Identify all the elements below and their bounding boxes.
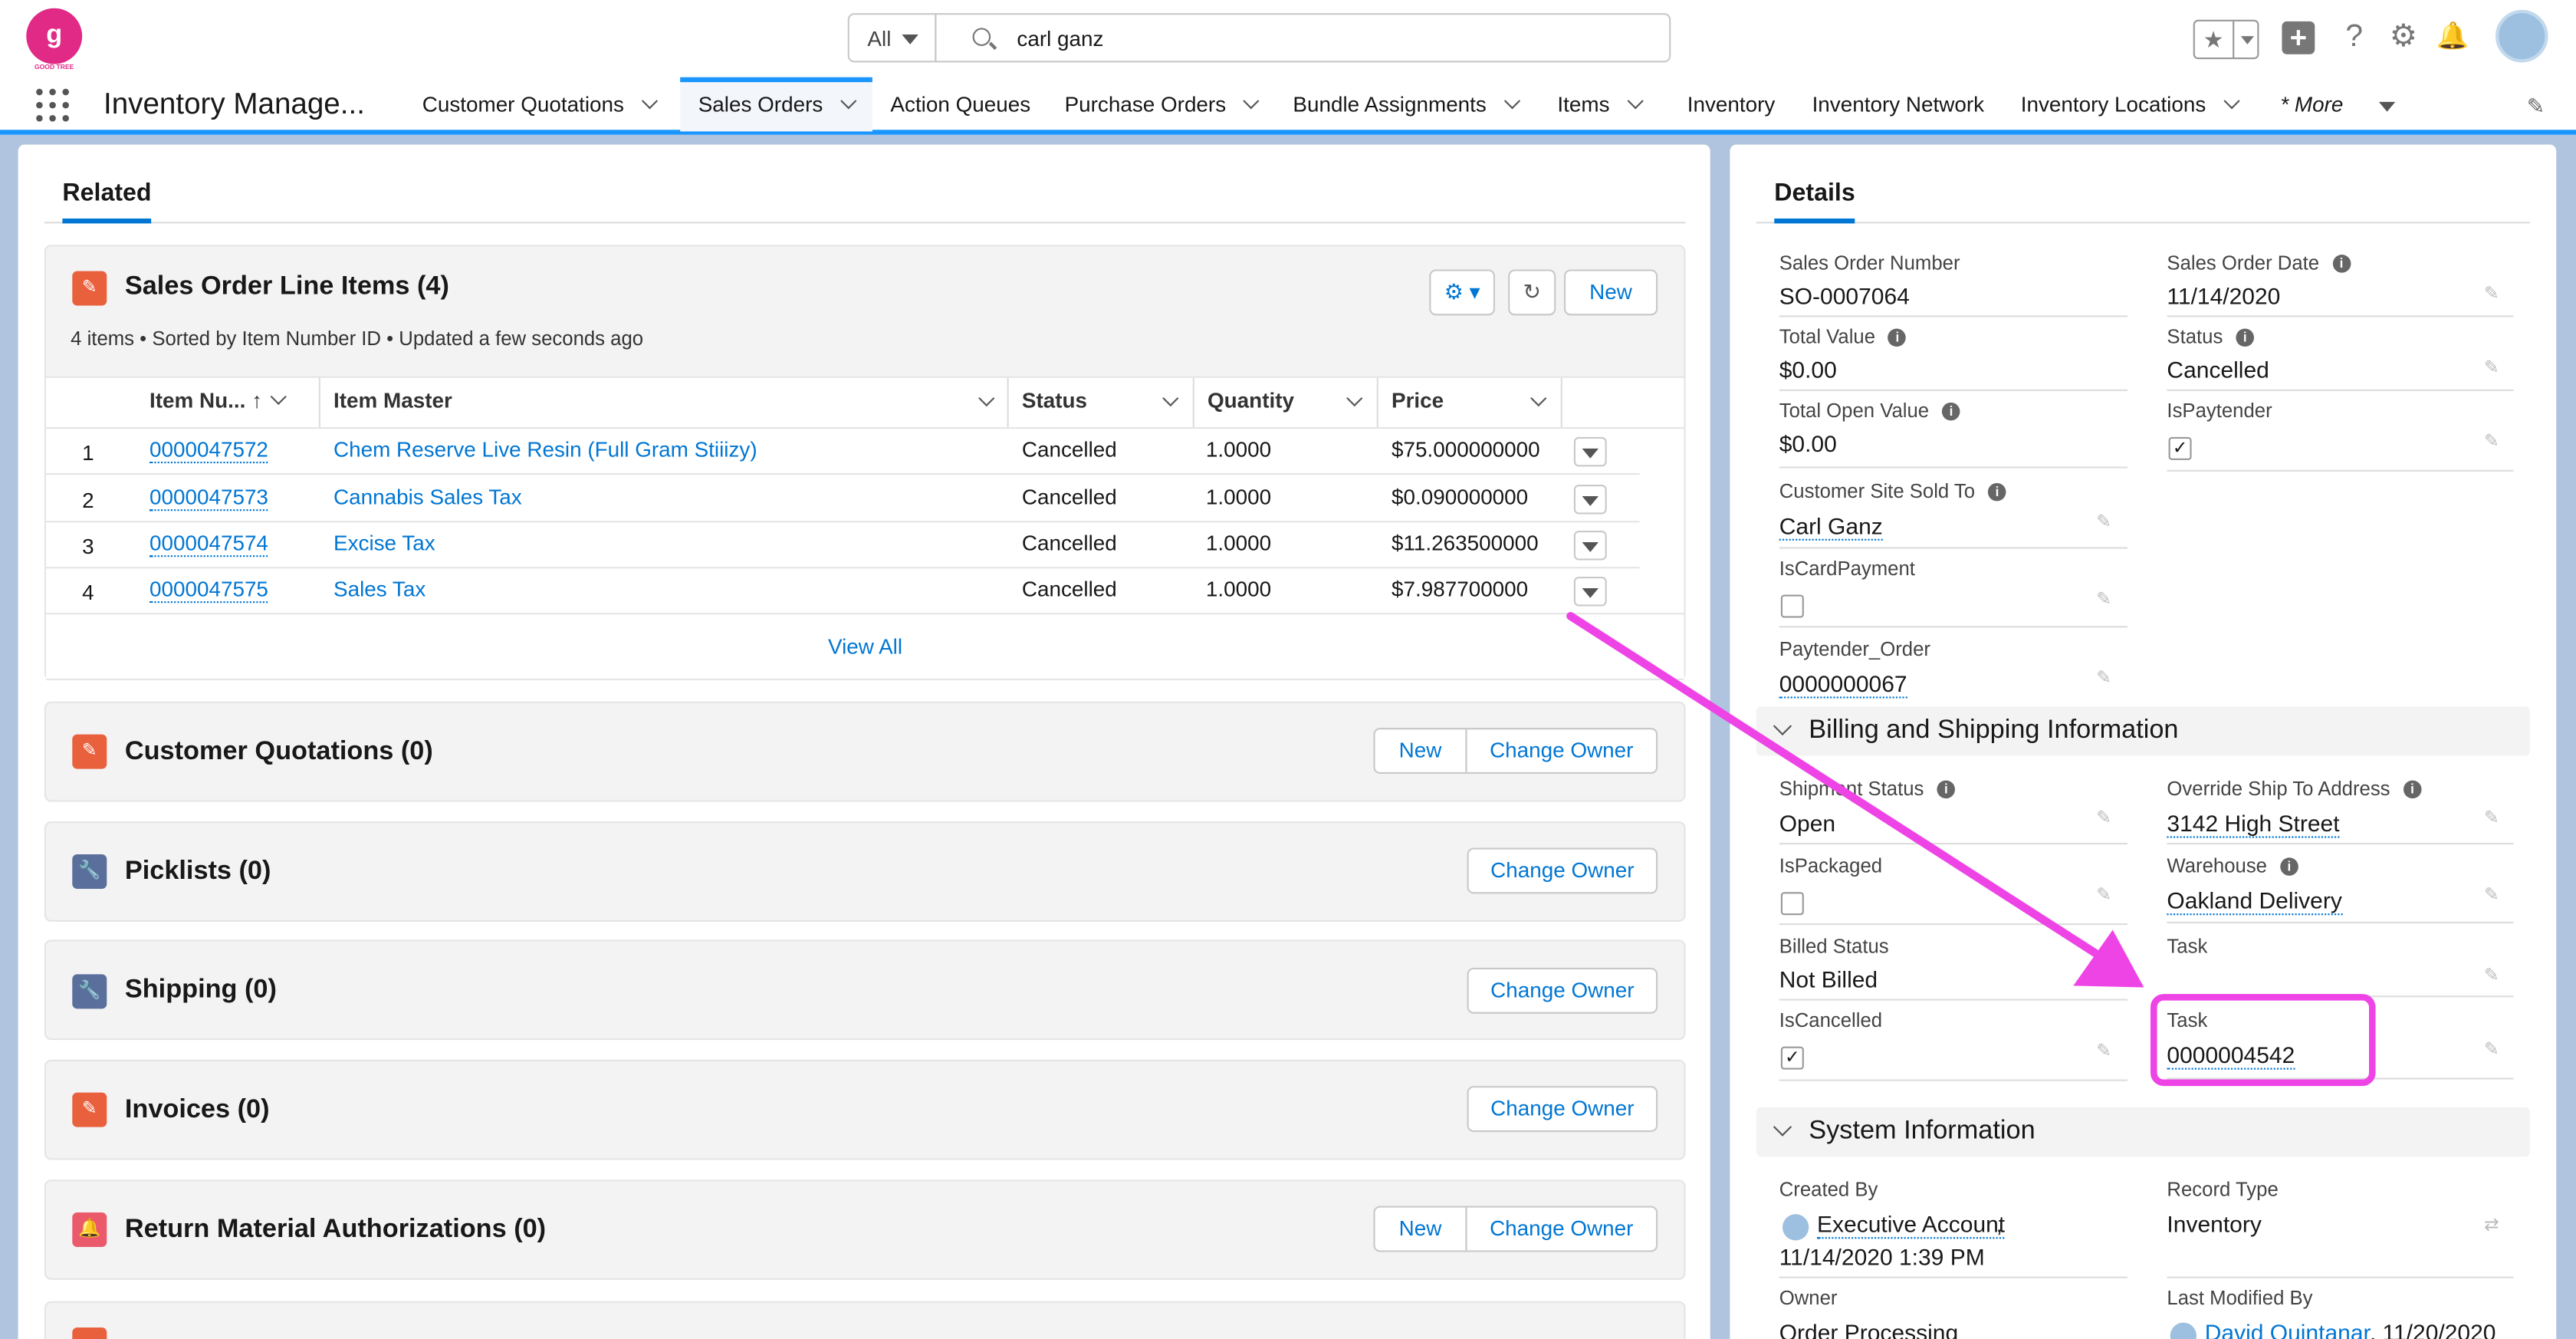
app-root: g GOOD TREE All carl ganz ★ + ? ⚙ 🔔 Inve… xyxy=(0,0,2576,1339)
annotation-arrow xyxy=(1566,612,2144,988)
